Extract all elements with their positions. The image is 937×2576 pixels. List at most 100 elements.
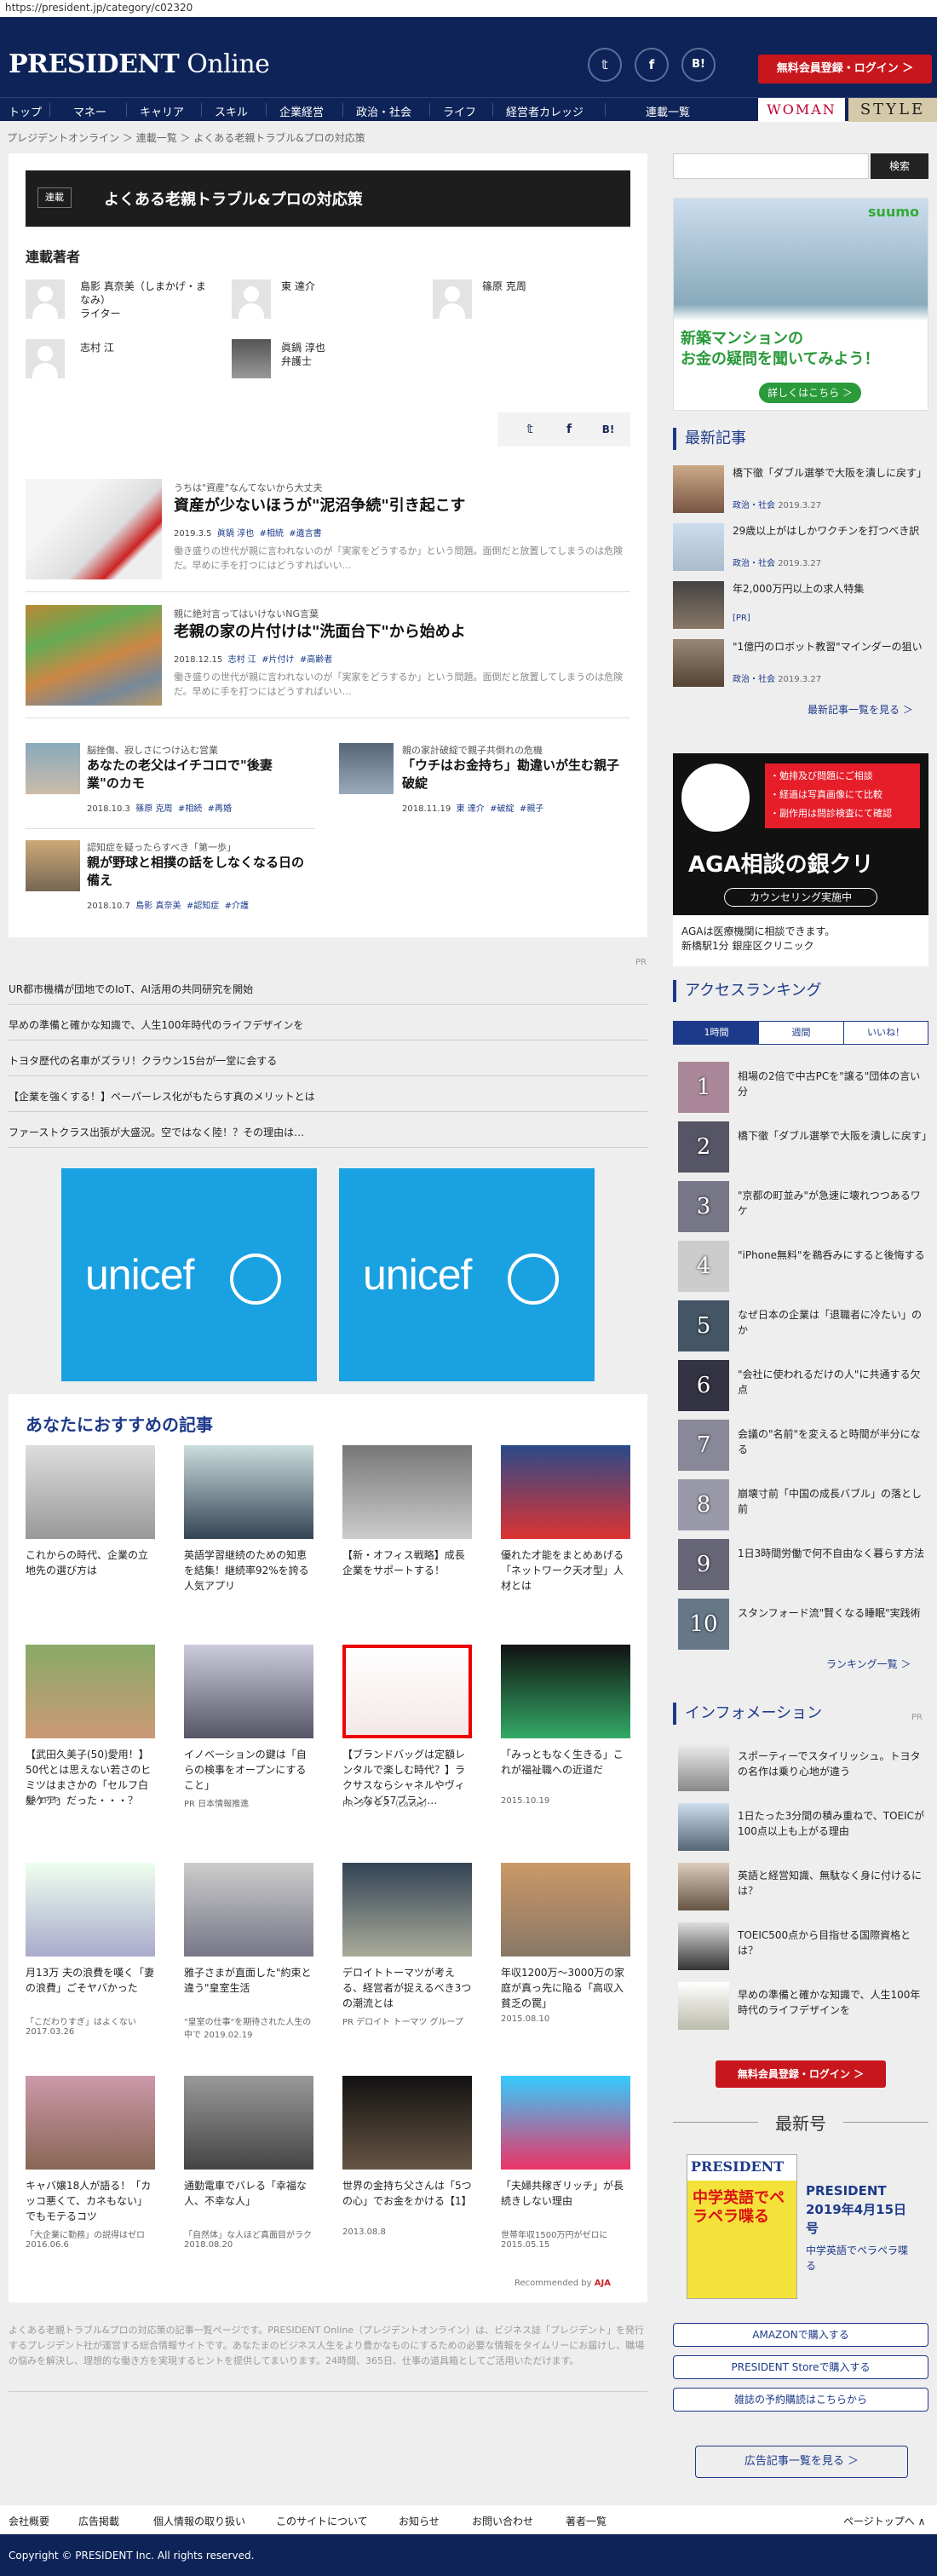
latest-thumbnail[interactable] bbox=[673, 581, 724, 629]
article-title[interactable]: 親が野球と相撲の話をしなくなる日の備え bbox=[87, 854, 308, 890]
info-thumbnail[interactable] bbox=[678, 1922, 729, 1970]
magazine-cover[interactable]: PRESIDENT 中学英語でペラペラ喋る bbox=[687, 2154, 797, 2299]
latest-thumbnail[interactable] bbox=[673, 465, 724, 513]
rank-number[interactable]: 4 bbox=[678, 1241, 729, 1292]
recommend-title[interactable]: 世界の金持ち父さんは「5つの心」でお金をかける【1】 bbox=[342, 2178, 472, 2209]
buy-amazon-button[interactable]: AMAZONで購入する bbox=[673, 2323, 928, 2347]
nav-career[interactable]: キャリア bbox=[140, 103, 184, 119]
facebook-icon[interactable]: f bbox=[555, 416, 583, 443]
register-login-button[interactable]: 無料会員登録・ログイン ＞ bbox=[758, 55, 932, 84]
tab-hour[interactable]: 1時間 bbox=[674, 1022, 759, 1044]
suumo-ad[interactable]: suumo 新築マンションの お金の疑問を聞いてみよう！ 詳しくはこちら ＞ bbox=[673, 198, 928, 411]
author-photo[interactable] bbox=[232, 339, 271, 378]
latest-category[interactable]: 政治・社会 bbox=[733, 675, 775, 684]
aja-logo[interactable]: AJA bbox=[595, 2279, 611, 2288]
recommend-title[interactable]: デロイトトーマツが考える、経営者が捉えるべき3つの潮流とは bbox=[342, 1965, 472, 2011]
url-bar[interactable]: https://president.jp/category/c02320 bbox=[0, 0, 937, 17]
author-4[interactable]: 志村 江 bbox=[80, 341, 114, 354]
latest-title[interactable]: 年2,000万円以上の求人特集 bbox=[733, 581, 928, 596]
recommend-title[interactable]: 年収1200万～3000万の家庭が真っ先に陥る「高収入貧乏の罠」 bbox=[501, 1965, 630, 2011]
author-2[interactable]: 東 達介 bbox=[281, 279, 315, 293]
recommend-title[interactable]: 「夫婦共稼ぎリッチ」が長続きしない理由 bbox=[501, 2178, 630, 2209]
latest-more-link[interactable]: 最新記事一覧を見る ＞ bbox=[808, 702, 913, 717]
article-tag[interactable]: #破綻 bbox=[490, 804, 514, 814]
article-thumbnail[interactable] bbox=[26, 743, 80, 794]
info-item[interactable]: 1日たった3分間の積み重ねで、TOEICが100点以上も上がる理由 bbox=[738, 1808, 928, 1839]
breadcrumb-series[interactable]: 連載一覧 bbox=[136, 132, 177, 144]
ranking-item[interactable]: 1日3時間労働で何不自由なく暮らす方法 bbox=[738, 1546, 928, 1561]
article-tag[interactable]: #相続 bbox=[178, 804, 202, 814]
article-tag[interactable]: #高齢者 bbox=[300, 655, 332, 665]
latest-title[interactable]: 橋下徹「ダブル選挙で大阪を潰しに戻す」 bbox=[733, 465, 928, 481]
ranking-item[interactable]: 相場の2倍で中古PCを"譲る"団体の言い分 bbox=[738, 1069, 928, 1099]
rank-number[interactable]: 6 bbox=[678, 1360, 729, 1411]
article-title[interactable]: 資産が少ないほうが"泥沼争続"引き起こす bbox=[174, 496, 465, 516]
footer-link[interactable]: このサイトについて bbox=[276, 2514, 368, 2528]
tab-week[interactable]: 週間 bbox=[759, 1022, 844, 1044]
recommend-thumbnail[interactable] bbox=[501, 1863, 630, 1956]
nav-series[interactable]: 連載一覧 bbox=[646, 103, 690, 119]
tab-likes[interactable]: いいね！ bbox=[844, 1022, 928, 1044]
ranking-item[interactable]: 崩壊寸前「中国の成長バブル」の落とし前 bbox=[738, 1486, 928, 1517]
footer-link[interactable]: 個人情報の取り扱い bbox=[153, 2514, 245, 2528]
ranking-item[interactable]: なぜ日本の企業は「退職者に冷たい」のか bbox=[738, 1307, 928, 1338]
woman-link[interactable]: WOMAN bbox=[758, 98, 845, 122]
info-thumbnail[interactable] bbox=[678, 1982, 729, 2030]
article-author[interactable]: 眞鍋 淳也 bbox=[217, 529, 254, 539]
ranking-item[interactable]: "会社に使われるだけの人"に共通する欠点 bbox=[738, 1367, 928, 1397]
recommend-thumbnail[interactable] bbox=[342, 2076, 472, 2170]
article-author[interactable]: 篠原 克周 bbox=[135, 804, 172, 814]
style-link[interactable]: STYLE bbox=[848, 98, 937, 122]
article-tag[interactable]: #認知症 bbox=[187, 902, 219, 911]
rank-number[interactable]: 5 bbox=[678, 1300, 729, 1351]
article-tag[interactable]: #遺言書 bbox=[289, 529, 321, 539]
nav-life[interactable]: ライフ bbox=[443, 103, 476, 119]
magazine-title[interactable]: PRESIDENT 2019年4月15日号 bbox=[806, 2181, 917, 2238]
footer-link[interactable]: お知らせ bbox=[399, 2514, 440, 2528]
hatena-icon[interactable]: B! bbox=[681, 48, 716, 82]
article-thumbnail[interactable] bbox=[26, 605, 162, 706]
article-tag[interactable]: #親子 bbox=[520, 804, 543, 814]
ranking-item[interactable]: 橋下徹「ダブル選挙で大阪を潰しに戻す」 bbox=[738, 1128, 932, 1144]
article-tag[interactable]: #再婚 bbox=[208, 804, 232, 814]
suumo-cta[interactable]: 詳しくはこちら ＞ bbox=[759, 383, 861, 403]
info-thumbnail[interactable] bbox=[678, 1863, 729, 1910]
recommend-thumbnail[interactable] bbox=[501, 2076, 630, 2170]
recommend-title[interactable]: イノベーションの鍵は「自らの検事をオープンにすること」 bbox=[184, 1747, 313, 1793]
rank-number[interactable]: 10 bbox=[678, 1599, 729, 1650]
pagetop-link[interactable]: ページトップへ ∧ bbox=[843, 2514, 925, 2528]
aga-ad[interactable]: ・勉排及び問題にご相談 ・経過は写真画像にて比較 ・副作用は問診検査にて確認 AGA… bbox=[673, 753, 928, 966]
recommend-title[interactable]: 雅子さまが直面した"約束と違う"皇室生活 bbox=[184, 1965, 313, 1996]
author-5[interactable]: 眞鍋 淳也 弁護士 bbox=[281, 341, 325, 368]
author-avatar[interactable] bbox=[26, 339, 65, 378]
recommend-thumbnail[interactable] bbox=[184, 2076, 313, 2170]
recommend-thumbnail[interactable] bbox=[26, 2076, 155, 2170]
footer-link[interactable]: お問い合わせ bbox=[472, 2514, 533, 2528]
recommend-title[interactable]: 月13万 夫の浪費を嘆く「妻の浪費」ごそヤバかった bbox=[26, 1965, 155, 1996]
author-avatar[interactable] bbox=[433, 279, 472, 319]
article-author[interactable]: 東 達介 bbox=[457, 804, 485, 814]
nav-skill[interactable]: スキル bbox=[215, 103, 248, 119]
latest-category[interactable]: [PR] bbox=[733, 614, 750, 623]
hatena-icon[interactable]: B! bbox=[595, 416, 622, 443]
author-avatar[interactable] bbox=[232, 279, 271, 319]
nav-money[interactable]: マネー bbox=[73, 103, 106, 119]
recommend-thumbnail[interactable] bbox=[501, 1445, 630, 1539]
twitter-icon[interactable]: 𝕥 bbox=[516, 416, 543, 443]
article-author[interactable]: 島影 真奈美 bbox=[135, 902, 181, 911]
nav-college[interactable]: 経営者カレッジ bbox=[506, 103, 583, 119]
rank-number[interactable]: 2 bbox=[678, 1121, 729, 1173]
recommend-title[interactable]: 優れた才能をまとめあげる「ネットワーク天才型」人材とは bbox=[501, 1547, 630, 1593]
rank-number[interactable]: 8 bbox=[678, 1479, 729, 1530]
unicef-ad[interactable]: unicef bbox=[339, 1168, 595, 1381]
latest-thumbnail[interactable] bbox=[673, 639, 724, 687]
recommend-thumbnail[interactable] bbox=[26, 1645, 155, 1738]
latest-title[interactable]: 29歳以上がはしかワクチンを打つべき訳 bbox=[733, 523, 928, 539]
ranking-item[interactable]: "京都の町並み"が急速に壊れつつあるワケ bbox=[738, 1188, 928, 1219]
article-thumbnail[interactable] bbox=[26, 840, 80, 891]
recommend-thumbnail[interactable] bbox=[26, 1863, 155, 1956]
site-logo[interactable]: PRESIDENT Online bbox=[9, 49, 270, 79]
pr-link[interactable]: 【企業を強くする！】ペーパーレス化がもたらす真のメリットとは bbox=[9, 1089, 315, 1104]
footer-link[interactable]: 著者一覧 bbox=[566, 2514, 606, 2528]
rank-number[interactable]: 1 bbox=[678, 1062, 729, 1113]
